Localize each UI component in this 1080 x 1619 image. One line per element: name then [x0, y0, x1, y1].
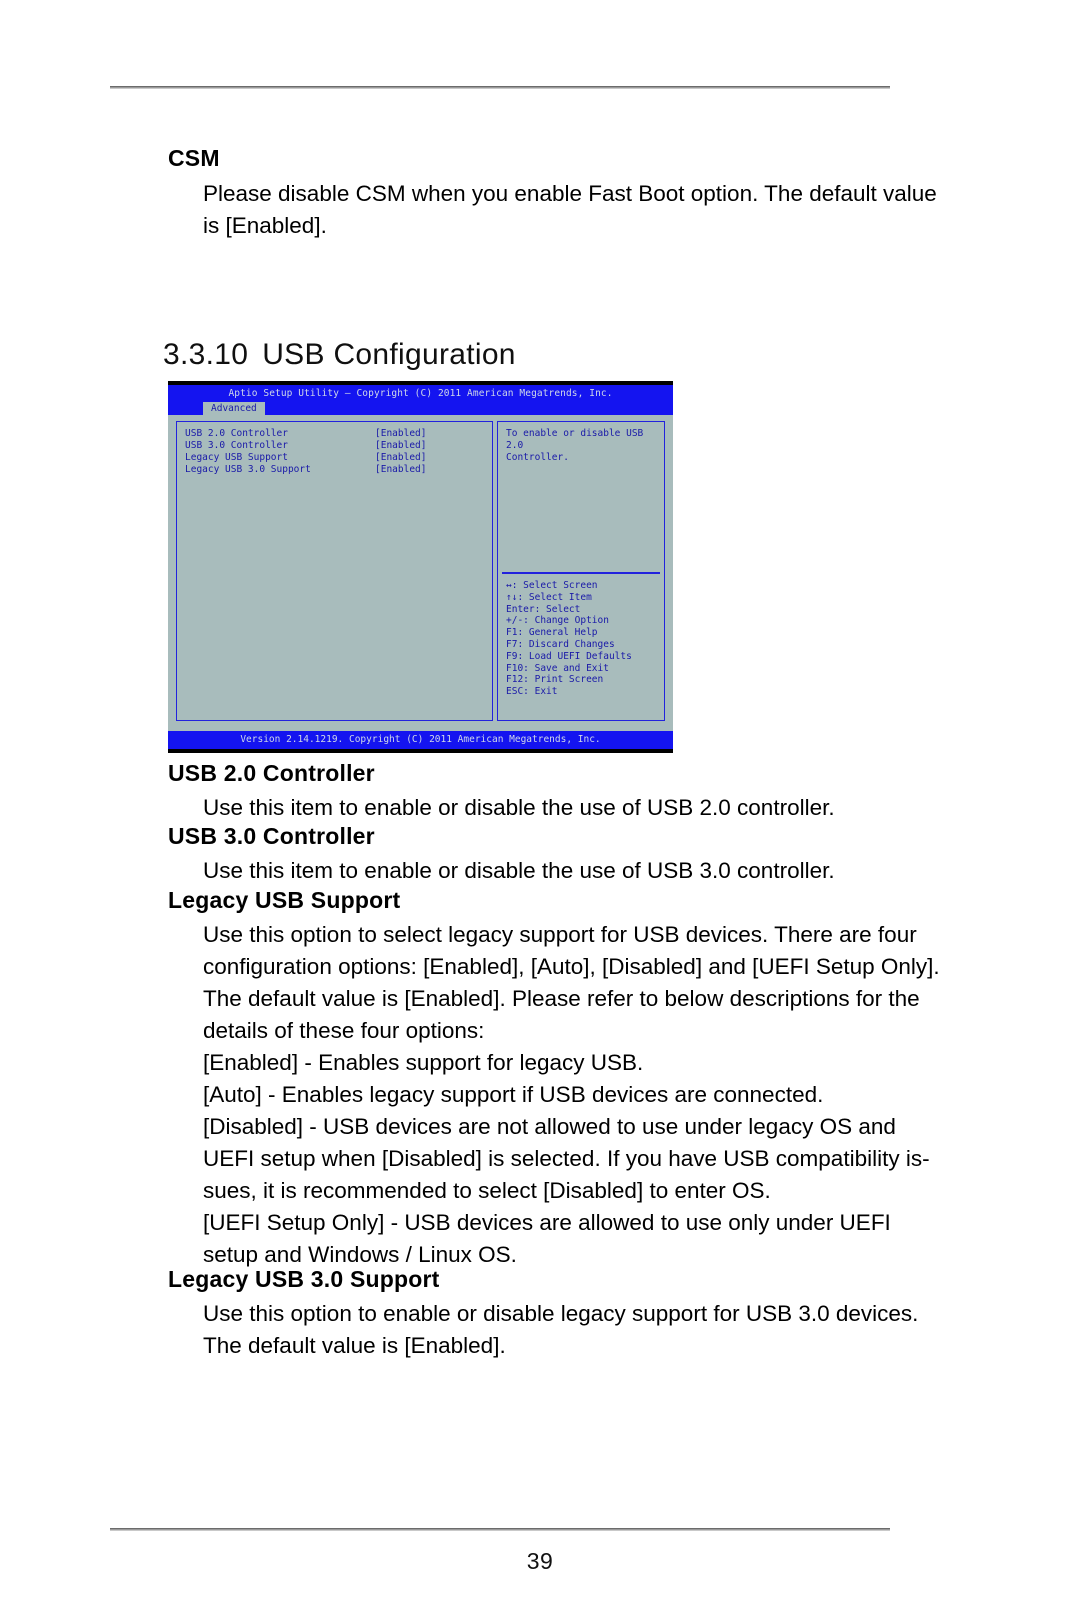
option-value[interactable]: [Enabled]	[375, 452, 426, 464]
text-line: Use this item to enable or disable the u…	[203, 858, 835, 883]
option-row-legacy-usb30[interactable]: Legacy USB 3.0 Support [Enabled]	[185, 464, 486, 476]
heading-legacy-usb-support: Legacy USB Support	[168, 887, 401, 913]
text-line: [Disabled] - USB devices are not allowed…	[203, 1114, 896, 1139]
tab-advanced[interactable]: Advanced	[203, 402, 265, 415]
help-description: To enable or disable USB 2.0 Controller.	[506, 428, 659, 464]
help-divider	[502, 572, 660, 574]
text-line: [UEFI Setup Only] - USB devices are allo…	[203, 1210, 891, 1235]
paragraph-legacy-usb-support: Use this option to select legacy support…	[203, 919, 940, 1271]
help-line: To enable or disable USB 2.0	[506, 428, 644, 451]
page-number: 39	[526, 1548, 554, 1574]
option-label: Legacy USB Support	[185, 452, 288, 463]
option-row-usb20[interactable]: USB 2.0 Controller [Enabled]	[185, 428, 486, 440]
key-hint-select-screen: ↔: Select Screen	[506, 580, 598, 591]
option-label: USB 2.0 Controller	[185, 428, 288, 439]
text-line: Use this option to select legacy support…	[203, 922, 917, 947]
manual-page: CSM Please disable CSM when you enable F…	[0, 0, 1080, 1619]
bios-key-legend: ↔: Select Screen ↑↓: Select Item Enter: …	[506, 580, 660, 698]
option-label: USB 3.0 Controller	[185, 440, 288, 451]
heading-legacy-usb-3-0-support: Legacy USB 3.0 Support	[168, 1266, 440, 1292]
text-line: configuration options: [Enabled], [Auto]…	[203, 954, 940, 979]
bios-options-panel: USB 2.0 Controller [Enabled] USB 3.0 Con…	[176, 421, 493, 721]
key-hint-general-help: F1: General Help	[506, 627, 598, 639]
key-hint-load-defaults: F9: Load UEFI Defaults	[506, 650, 632, 662]
key-hint-select-item: ↑↓: Select Item	[506, 591, 592, 603]
text-line: Please disable CSM when you enable Fast …	[203, 181, 937, 206]
header-rule	[110, 86, 890, 89]
key-hint-discard-changes: F7: Discard Changes	[506, 638, 615, 650]
key-hint-print-screen: F12: Print Screen	[506, 674, 604, 686]
paragraph-csm: Please disable CSM when you enable Fast …	[203, 178, 937, 242]
key-hint-change-option: +/-: Change Option	[506, 615, 609, 627]
paragraph-usb-2-0-controller: Use this item to enable or disable the u…	[203, 792, 903, 824]
page-title: 3.3.10 USB Configuration	[163, 338, 516, 372]
bios-help-panel: To enable or disable USB 2.0 Controller.…	[497, 421, 665, 721]
text-line: is [Enabled].	[203, 213, 327, 238]
option-label: Legacy USB 3.0 Support	[185, 464, 311, 475]
heading-csm: CSM	[168, 145, 220, 171]
heading-usb-3-0-controller: USB 3.0 Controller	[168, 823, 375, 849]
option-value[interactable]: [Enabled]	[375, 440, 426, 452]
help-line: Controller.	[506, 452, 569, 463]
text-line: [Enabled] - Enables support for legacy U…	[203, 1050, 644, 1075]
bios-body: USB 2.0 Controller [Enabled] USB 3.0 Con…	[168, 415, 673, 727]
paragraph-legacy-usb-3-0-support: Use this option to enable or disable leg…	[203, 1298, 919, 1362]
option-value[interactable]: [Enabled]	[375, 464, 426, 476]
section-number: 3.3.10	[163, 338, 249, 371]
text-line: details of these four options:	[203, 1018, 485, 1043]
text-line: UEFI setup when [Disabled] is selected. …	[203, 1146, 930, 1171]
bios-tabbar: Advanced	[168, 402, 673, 415]
key-hint-esc-exit: ESC: Exit	[506, 686, 558, 698]
text-line: Use this item to enable or disable the u…	[203, 795, 835, 820]
text-line: [Auto] - Enables legacy support if USB d…	[203, 1082, 824, 1107]
paragraph-usb-3-0-controller: Use this item to enable or disable the u…	[203, 855, 903, 887]
heading-usb-2-0-controller: USB 2.0 Controller	[168, 760, 375, 786]
text-line: Use this option to enable or disable leg…	[203, 1301, 919, 1326]
option-row-legacy-usb[interactable]: Legacy USB Support [Enabled]	[185, 452, 486, 464]
text-line: The default value is [Enabled]. Please r…	[203, 986, 920, 1011]
key-hint-enter-select: Enter: Select	[506, 603, 581, 615]
option-value[interactable]: [Enabled]	[375, 428, 426, 440]
text-line: The default value is [Enabled].	[203, 1333, 506, 1358]
bios-version-bar: Version 2.14.1219. Copyright (C) 2011 Am…	[168, 731, 673, 749]
bios-titlebar: Aptio Setup Utility – Copyright (C) 2011…	[168, 385, 673, 402]
bios-setup-screenshot: Aptio Setup Utility – Copyright (C) 2011…	[168, 381, 673, 753]
option-row-usb30[interactable]: USB 3.0 Controller [Enabled]	[185, 440, 486, 452]
footer-rule	[110, 1528, 890, 1531]
section-title-text: USB Configuration	[262, 338, 516, 371]
key-hint-save-and-exit: F10: Save and Exit	[506, 662, 609, 674]
text-line: sues, it is recommended to select [Disab…	[203, 1178, 771, 1203]
